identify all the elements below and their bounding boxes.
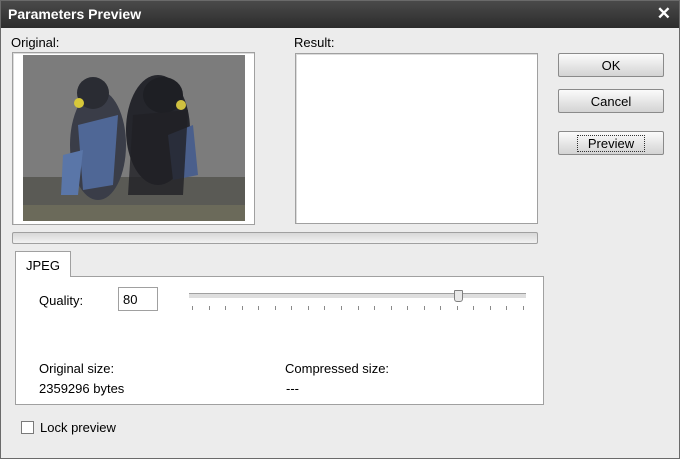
compressed-size-value: --- xyxy=(286,381,299,396)
lock-preview-checkbox[interactable] xyxy=(21,421,34,434)
title-bar: Parameters Preview ✕ xyxy=(1,1,679,28)
result-label: Result: xyxy=(294,35,335,50)
quality-label: Quality: xyxy=(39,293,84,308)
original-label: Original: xyxy=(11,35,60,50)
lock-preview-label: Lock preview xyxy=(40,420,116,435)
slider-tick xyxy=(391,306,392,310)
original-image-art xyxy=(23,55,245,221)
tab-jpeg-label: JPEG xyxy=(26,258,60,273)
tab-jpeg[interactable]: JPEG xyxy=(15,251,71,277)
preview-progress-bar xyxy=(12,232,538,244)
quality-slider-track[interactable] xyxy=(189,293,526,299)
slider-tick xyxy=(523,306,524,310)
slider-tick xyxy=(506,306,507,310)
parameters-preview-dialog: Parameters Preview ✕ Original: Result: O… xyxy=(0,0,680,459)
slider-tick xyxy=(258,306,259,310)
ok-button[interactable]: OK xyxy=(558,53,664,77)
slider-tick xyxy=(490,306,491,310)
result-preview-panel xyxy=(295,53,538,224)
slider-tick xyxy=(473,306,474,310)
slider-tick xyxy=(308,306,309,310)
slider-tick xyxy=(424,306,425,310)
slider-tick xyxy=(341,306,342,310)
quality-input[interactable]: 80 xyxy=(118,287,158,311)
original-image xyxy=(23,55,245,221)
slider-tick xyxy=(209,306,210,310)
slider-tick xyxy=(358,306,359,310)
preview-button[interactable]: Preview xyxy=(558,131,664,155)
slider-tick xyxy=(225,306,226,310)
compressed-size-label: Compressed size: xyxy=(285,361,390,376)
slider-tick xyxy=(242,306,243,310)
cancel-button[interactable]: Cancel xyxy=(558,89,664,113)
slider-tick xyxy=(192,306,193,310)
slider-tick xyxy=(440,306,441,310)
slider-tick xyxy=(291,306,292,310)
slider-tick xyxy=(275,306,276,310)
close-icon[interactable]: ✕ xyxy=(657,4,671,24)
preview-button-label: Preview xyxy=(576,135,646,152)
quality-slider-thumb[interactable] xyxy=(454,290,463,302)
window-title: Parameters Preview xyxy=(8,6,142,22)
original-size-label: Original size: xyxy=(39,361,115,376)
original-size-value: 2359296 bytes xyxy=(39,381,125,396)
slider-tick xyxy=(324,306,325,310)
slider-tick xyxy=(374,306,375,310)
slider-tick xyxy=(407,306,408,310)
slider-tick xyxy=(457,306,458,310)
